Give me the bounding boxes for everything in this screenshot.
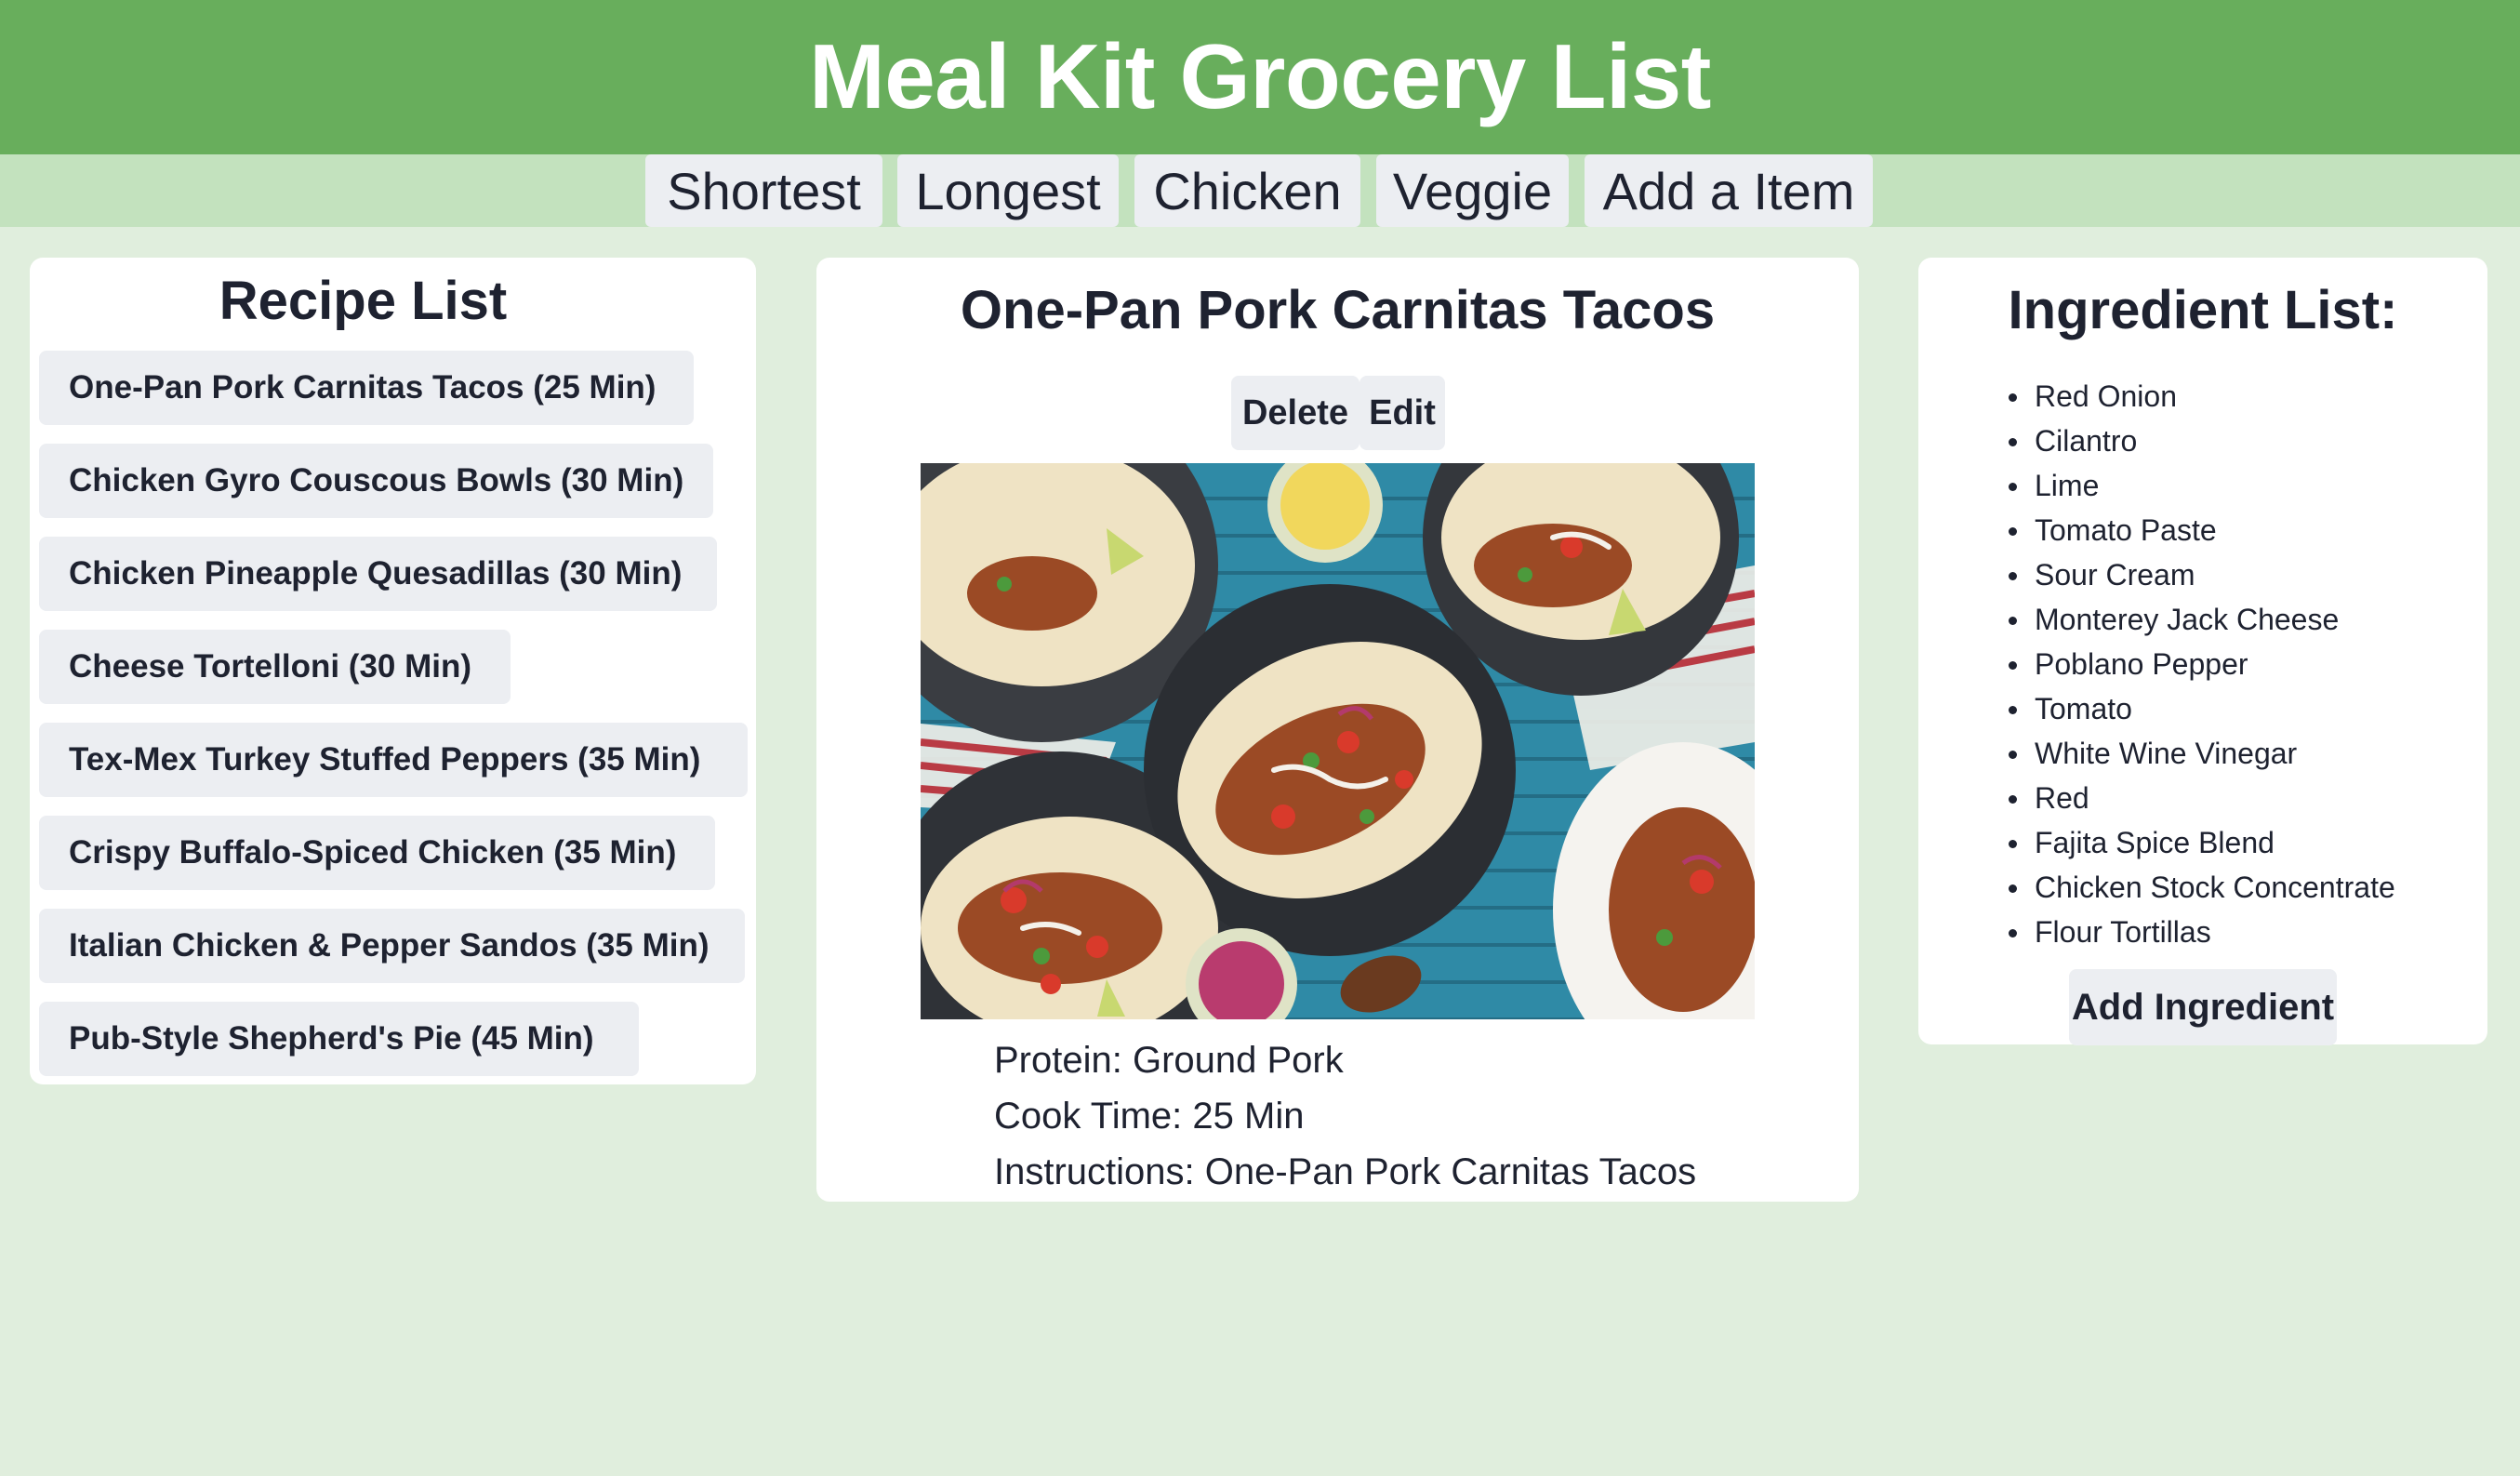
ingredient-item: Poblano Pepper xyxy=(2007,645,2395,690)
recipe-item[interactable]: Pub-Style Shepherd's Pie (45 Min) xyxy=(39,1002,639,1076)
recipe-item[interactable]: Chicken Pineapple Quesadillas (30 Min) xyxy=(39,537,717,611)
ingredient-item: Red Onion xyxy=(2007,378,2395,422)
ingredient-item: Cilantro xyxy=(2007,422,2395,467)
edit-button[interactable]: Edit xyxy=(1359,376,1445,450)
cook-time-text: Cook Time: 25 Min xyxy=(994,1096,1305,1137)
filter-chicken-button[interactable]: Chicken xyxy=(1134,154,1360,227)
ingredient-item: Red xyxy=(2007,779,2395,824)
filter-longest-button[interactable]: Longest xyxy=(897,154,1119,227)
delete-button[interactable]: Delete xyxy=(1231,376,1359,450)
filter-shortest-button[interactable]: Shortest xyxy=(645,154,882,227)
ingredient-item: Lime xyxy=(2007,467,2395,512)
recipe-item[interactable]: Italian Chicken & Pepper Sandos (35 Min) xyxy=(39,909,745,983)
add-ingredient-button[interactable]: Add Ingredient xyxy=(2069,969,2337,1045)
recipe-item[interactable]: Crispy Buffalo-Spiced Chicken (35 Min) xyxy=(39,816,715,890)
ingredient-item: Tomato Paste xyxy=(2007,512,2395,556)
ingredient-item: Fajita Spice Blend xyxy=(2007,824,2395,869)
protein-text: Protein: Ground Pork xyxy=(994,1040,1344,1081)
ingredient-item: Sour Cream xyxy=(2007,556,2395,601)
filter-nav: Shortest Longest Chicken Veggie Add a It… xyxy=(0,154,2520,227)
recipe-photo xyxy=(921,463,1755,1019)
recipe-item[interactable]: One-Pan Pork Carnitas Tacos (25 Min) xyxy=(39,351,694,425)
ingredient-item: Monterey Jack Cheese xyxy=(2007,601,2395,645)
filter-veggie-button[interactable]: Veggie xyxy=(1376,154,1569,227)
ingredient-list-title: Ingredient List: xyxy=(2008,280,2398,340)
recipe-list-title: Recipe List xyxy=(219,271,508,331)
ingredient-item: Flour Tortillas xyxy=(2007,913,2395,958)
page-title: Meal Kit Grocery List xyxy=(809,24,1711,127)
add-item-button[interactable]: Add a Item xyxy=(1585,154,1873,227)
recipe-item[interactable]: Cheese Tortelloni (30 Min) xyxy=(39,630,511,704)
ingredient-item: White Wine Vinegar xyxy=(2007,735,2395,779)
ingredient-item: Tomato xyxy=(2007,690,2395,735)
ingredient-item: Chicken Stock Concentrate xyxy=(2007,869,2395,913)
instructions-text: Instructions: One-Pan Pork Carnitas Taco… xyxy=(994,1151,1697,1192)
ingredient-list: Red Onion Cilantro Lime Tomato Paste Sou… xyxy=(2007,378,2395,958)
recipe-detail-title: One-Pan Pork Carnitas Tacos xyxy=(960,280,1716,340)
app-header: Meal Kit Grocery List xyxy=(0,0,2520,154)
recipe-item[interactable]: Chicken Gyro Couscous Bowls (30 Min) xyxy=(39,444,713,518)
recipe-item[interactable]: Tex-Mex Turkey Stuffed Peppers (35 Min) xyxy=(39,723,748,797)
